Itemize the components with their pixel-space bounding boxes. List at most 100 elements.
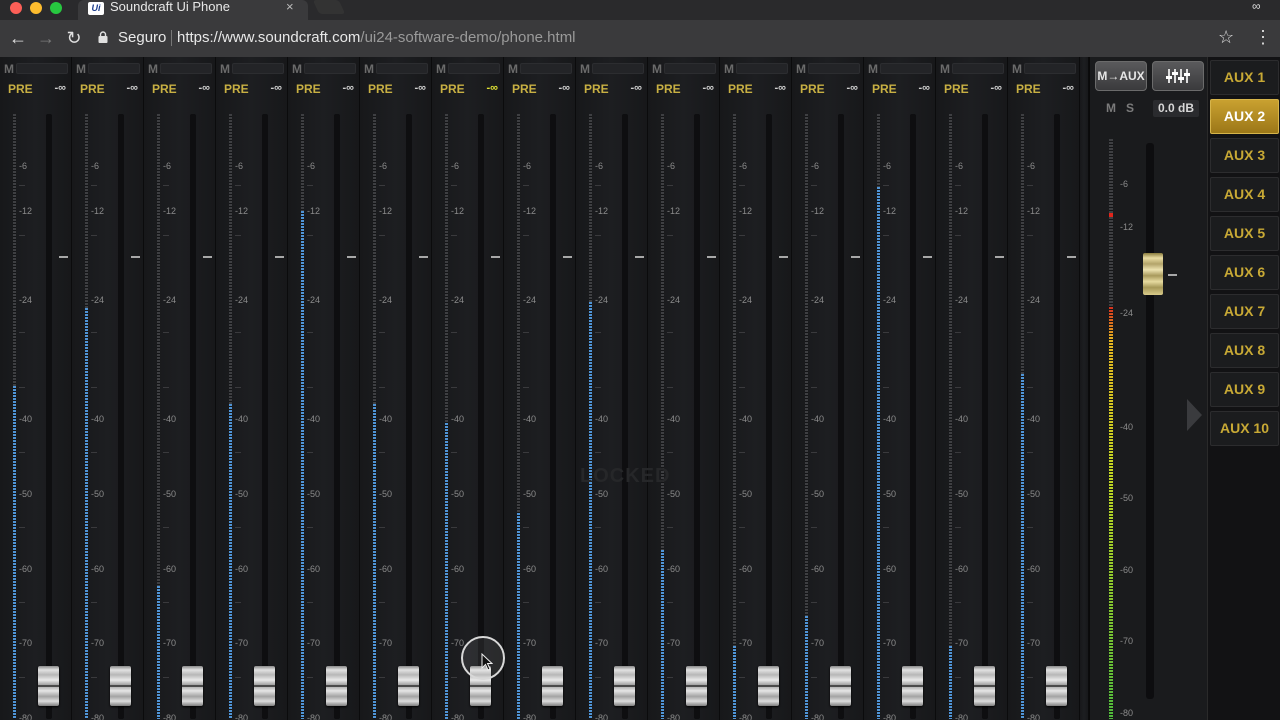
channel-name-field[interactable] [304, 63, 356, 74]
aux-button[interactable]: AUX 7 [1210, 294, 1279, 329]
fader-track[interactable] [478, 114, 484, 719]
tab-close-icon[interactable]: × [286, 0, 294, 13]
fader-knob[interactable] [614, 666, 635, 706]
pre-button[interactable]: PRE [944, 82, 969, 96]
fader-track[interactable] [838, 114, 844, 719]
channel-name-field[interactable] [664, 63, 716, 74]
profile-icon[interactable]: ∞ [1252, 0, 1261, 12]
mute-button[interactable]: M [796, 62, 806, 76]
channel-name-field[interactable] [592, 63, 644, 74]
browser-tab[interactable]: Ui Soundcraft Ui Phone × [78, 0, 308, 20]
browser-menu-icon[interactable]: ⋮ [1254, 27, 1272, 47]
fader-track[interactable] [910, 114, 916, 719]
channel-name-field[interactable] [88, 63, 140, 74]
fader-track[interactable] [118, 114, 124, 719]
pre-button[interactable]: PRE [872, 82, 897, 96]
mute-button[interactable]: M [148, 62, 158, 76]
pre-button[interactable]: PRE [224, 82, 249, 96]
mute-button[interactable]: M [724, 62, 734, 76]
channel-name-field[interactable] [520, 63, 572, 74]
channel-name-field[interactable] [1024, 63, 1076, 74]
fader-track[interactable] [694, 114, 700, 719]
channel-name-field[interactable] [232, 63, 284, 74]
forward-button[interactable]: → [36, 28, 56, 48]
mute-button[interactable]: M [652, 62, 662, 76]
fader-knob[interactable] [902, 666, 923, 706]
pre-button[interactable]: PRE [1016, 82, 1041, 96]
mute-button[interactable]: M [292, 62, 302, 76]
fader-knob[interactable] [182, 666, 203, 706]
pre-button[interactable]: PRE [512, 82, 537, 96]
fader-track[interactable] [982, 114, 988, 719]
mute-button[interactable]: M [508, 62, 518, 76]
channel-name-field[interactable] [736, 63, 788, 74]
channel-name-field[interactable] [376, 63, 428, 74]
master-solo-button[interactable]: S [1126, 101, 1134, 115]
aux-button[interactable]: AUX 4 [1210, 177, 1279, 212]
aux-button[interactable]: AUX 3 [1210, 138, 1279, 173]
mute-button[interactable]: M [868, 62, 878, 76]
channel-name-field[interactable] [160, 63, 212, 74]
mute-button[interactable]: M [940, 62, 950, 76]
aux-button[interactable]: AUX 9 [1210, 372, 1279, 407]
mute-button[interactable]: M [4, 62, 14, 76]
mute-button[interactable]: M [580, 62, 590, 76]
close-window-button[interactable] [10, 2, 22, 14]
fader-track[interactable] [622, 114, 628, 719]
channel-name-field[interactable] [880, 63, 932, 74]
fader-track[interactable] [550, 114, 556, 719]
fader-knob[interactable] [758, 666, 779, 706]
aux-button[interactable]: AUX 2 [1210, 99, 1279, 134]
pre-button[interactable]: PRE [728, 82, 753, 96]
pre-button[interactable]: PRE [368, 82, 393, 96]
mix-to-aux-button[interactable]: M→AUX [1095, 61, 1147, 91]
master-fader-knob[interactable] [1143, 253, 1163, 295]
minimize-window-button[interactable] [30, 2, 42, 14]
fader-track[interactable] [190, 114, 196, 719]
fader-knob[interactable] [110, 666, 131, 706]
pre-button[interactable]: PRE [656, 82, 681, 96]
bookmark-star-icon[interactable]: ☆ [1218, 27, 1234, 48]
channel-name-field[interactable] [448, 63, 500, 74]
fader-track[interactable] [262, 114, 268, 719]
mute-button[interactable]: M [1012, 62, 1022, 76]
channel-name-field[interactable] [16, 63, 68, 74]
aux-button[interactable]: AUX 10 [1210, 411, 1279, 446]
mute-button[interactable]: M [220, 62, 230, 76]
master-mute-button[interactable]: M [1106, 101, 1116, 115]
fader-track[interactable] [334, 114, 340, 719]
address-bar[interactable]: Seguro https://www.soundcraft.com/ui24-s… [92, 25, 1212, 52]
fader-track[interactable] [766, 114, 772, 719]
aux-button[interactable]: AUX 1 [1210, 60, 1279, 95]
back-button[interactable]: ← [8, 28, 28, 48]
aux-button[interactable]: AUX 5 [1210, 216, 1279, 251]
fader-knob[interactable] [326, 666, 347, 706]
pre-button[interactable]: PRE [8, 82, 33, 96]
zoom-window-button[interactable] [50, 2, 62, 14]
master-fader-track[interactable] [1146, 143, 1154, 699]
channel-name-field[interactable] [952, 63, 1004, 74]
fader-knob[interactable] [974, 666, 995, 706]
mute-button[interactable]: M [76, 62, 86, 76]
pre-button[interactable]: PRE [584, 82, 609, 96]
fader-knob[interactable] [38, 666, 59, 706]
fader-knob[interactable] [398, 666, 419, 706]
channel-name-field[interactable] [808, 63, 860, 74]
pre-button[interactable]: PRE [80, 82, 105, 96]
fader-knob[interactable] [830, 666, 851, 706]
fader-knob[interactable] [542, 666, 563, 706]
pre-button[interactable]: PRE [800, 82, 825, 96]
next-page-arrow-icon[interactable] [1187, 399, 1202, 431]
pre-button[interactable]: PRE [296, 82, 321, 96]
fader-track[interactable] [406, 114, 412, 719]
faders-view-button[interactable] [1152, 61, 1204, 91]
mute-button[interactable]: M [436, 62, 446, 76]
mute-button[interactable]: M [364, 62, 374, 76]
aux-button[interactable]: AUX 8 [1210, 333, 1279, 368]
fader-track[interactable] [46, 114, 52, 719]
new-tab-button[interactable] [312, 0, 346, 14]
reload-button[interactable]: ↻ [64, 28, 84, 48]
fader-knob[interactable] [1046, 666, 1067, 706]
fader-track[interactable] [1054, 114, 1060, 719]
fader-knob[interactable] [254, 666, 275, 706]
